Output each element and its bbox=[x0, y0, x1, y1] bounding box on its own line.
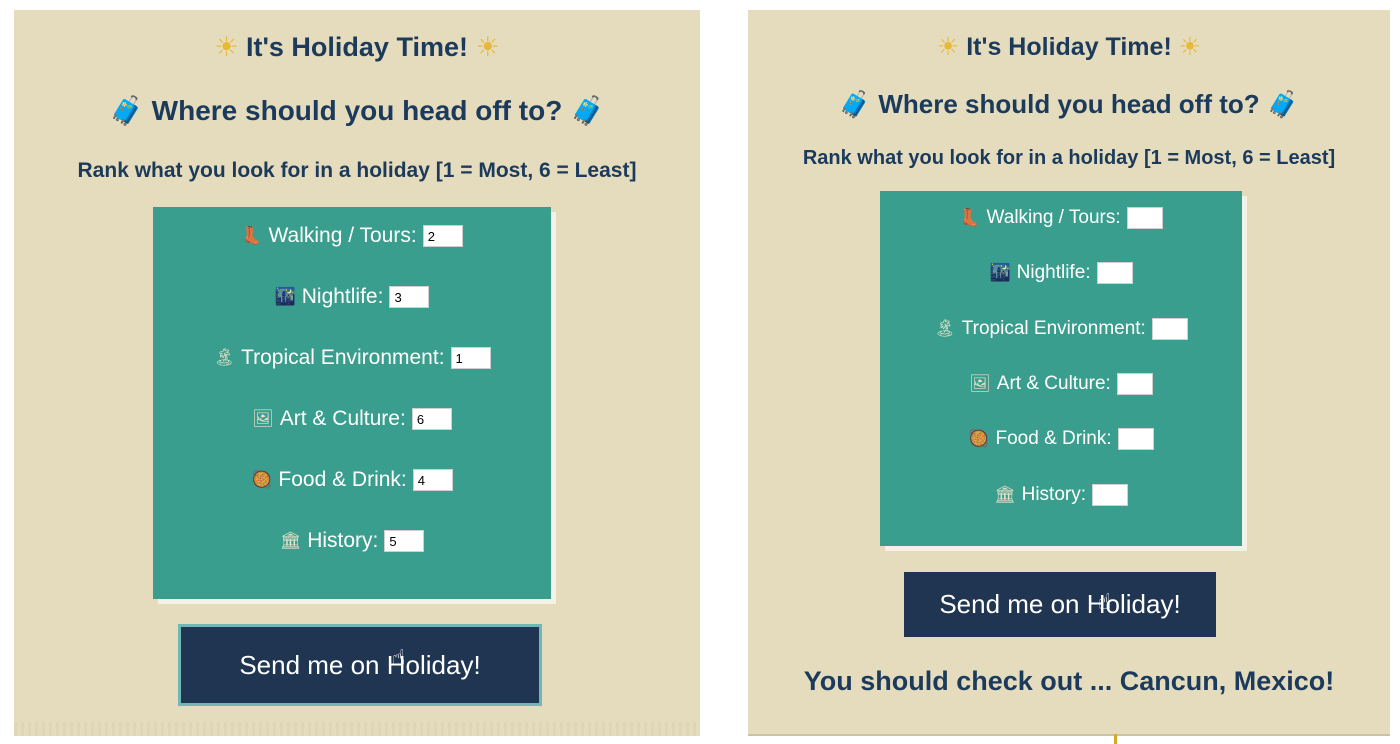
sun-icon: ☀ bbox=[936, 32, 960, 61]
city-night-icon: 🌃 bbox=[274, 287, 296, 307]
rank-input-nightlife[interactable] bbox=[1096, 262, 1133, 284]
classical-building-icon: 🏛 bbox=[279, 531, 302, 551]
rank-label: Walking / Tours: bbox=[986, 207, 1121, 228]
rank-row-history: 🏛 History: bbox=[153, 529, 551, 553]
rank-row-tropical: 🏝 Tropical Environment: bbox=[153, 346, 551, 370]
rank-row-art: 🖼 Art & Culture: bbox=[880, 373, 1242, 395]
rank-row-nightlife: 🌃 Nightlife: bbox=[880, 262, 1242, 284]
rank-row-walking: 👢 Walking / Tours: bbox=[153, 224, 551, 248]
rank-label: Food & Drink: bbox=[995, 428, 1112, 449]
rank-input-walking[interactable] bbox=[1126, 207, 1163, 229]
rank-input-walking[interactable] bbox=[422, 225, 463, 247]
holiday-form-panel-result: ☀ It's Holiday Time! ☀ 🧳 Where should yo… bbox=[748, 10, 1390, 736]
bottom-divider bbox=[14, 722, 700, 736]
hand-cursor-icon: ☝ bbox=[392, 646, 406, 671]
rank-row-food: 🥘 Food & Drink: bbox=[153, 468, 551, 492]
luggage-icon: 🧳 bbox=[838, 90, 872, 120]
desert-island-icon: 🏝 bbox=[213, 348, 236, 368]
rank-label: Tropical Environment: bbox=[241, 346, 445, 369]
ranking-form: 👢 Walking / Tours: 🌃 Nightlife: 🏝 Tropic… bbox=[153, 207, 551, 599]
rank-input-history[interactable] bbox=[384, 530, 425, 552]
ranking-form: 👢 Walking / Tours: 🌃 Nightlife: 🏝 Tropic… bbox=[880, 191, 1242, 546]
luggage-icon: 🧳 bbox=[1266, 90, 1300, 120]
holiday-form-panel-filled: ☀ It's Holiday Time! ☀ 🧳 Where should yo… bbox=[14, 10, 700, 736]
desert-island-icon: 🏝 bbox=[934, 319, 956, 339]
rank-input-nightlife[interactable] bbox=[389, 286, 430, 308]
rank-label: Nightlife: bbox=[1016, 262, 1091, 283]
rank-label: Tropical Environment: bbox=[961, 318, 1146, 339]
city-night-icon: 🌃 bbox=[989, 263, 1011, 283]
sun-icon: ☀ bbox=[475, 32, 500, 63]
ranking-instruction: Rank what you look for in a holiday [1 =… bbox=[802, 147, 1336, 169]
hiking-boot-icon: 👢 bbox=[959, 208, 981, 228]
rank-label: Nightlife: bbox=[301, 285, 384, 308]
rank-label: Food & Drink: bbox=[278, 468, 407, 491]
food-icon: 🥘 bbox=[251, 470, 273, 490]
rank-label: Art & Culture: bbox=[996, 373, 1111, 394]
rank-input-food[interactable] bbox=[1117, 428, 1154, 450]
food-icon: 🥘 bbox=[968, 429, 990, 449]
send-on-holiday-button[interactable]: Send me on Holiday! bbox=[178, 624, 542, 706]
ranking-instruction: Rank what you look for in a holiday [1 =… bbox=[77, 159, 637, 182]
framed-picture-icon: 🖼 bbox=[252, 409, 274, 429]
page-title: ☀ It's Holiday Time! ☀ bbox=[748, 32, 1390, 62]
framed-picture-icon: 🖼 bbox=[969, 374, 991, 394]
hiking-boot-icon: 👢 bbox=[241, 226, 263, 246]
rank-label: History: bbox=[307, 529, 379, 552]
rank-row-art: 🖼 Art & Culture: bbox=[153, 407, 551, 431]
title-text: It's Holiday Time! bbox=[246, 32, 468, 62]
rank-row-nightlife: 🌃 Nightlife: bbox=[153, 285, 551, 309]
subtitle-text: Where should you head off to? bbox=[878, 89, 1260, 119]
rank-label: Art & Culture: bbox=[279, 407, 406, 430]
rank-input-food[interactable] bbox=[412, 469, 453, 491]
page-title: ☀ It's Holiday Time! ☀ bbox=[14, 32, 700, 63]
rank-input-tropical[interactable] bbox=[450, 347, 491, 369]
rank-input-tropical[interactable] bbox=[1151, 318, 1188, 340]
rank-input-art[interactable] bbox=[411, 408, 452, 430]
rank-row-food: 🥘 Food & Drink: bbox=[880, 428, 1242, 450]
sun-icon: ☀ bbox=[214, 32, 239, 63]
classical-building-icon: 🏛 bbox=[994, 485, 1016, 505]
rank-row-walking: 👢 Walking / Tours: bbox=[880, 207, 1242, 229]
sun-icon: ☀ bbox=[1178, 32, 1202, 61]
send-on-holiday-button[interactable]: Send me on Holiday! bbox=[904, 572, 1216, 637]
title-text: It's Holiday Time! bbox=[966, 33, 1172, 61]
page-subtitle: 🧳 Where should you head off to? 🧳 bbox=[748, 89, 1390, 120]
hand-cursor-icon: ☝ bbox=[1098, 590, 1112, 615]
subtitle-text: Where should you head off to? bbox=[151, 95, 563, 126]
rank-row-tropical: 🏝 Tropical Environment: bbox=[880, 318, 1242, 340]
page-subtitle: 🧳 Where should you head off to? 🧳 bbox=[14, 94, 700, 127]
recommendation-result: You should check out ... Cancun, Mexico! bbox=[803, 666, 1335, 696]
rank-input-art[interactable] bbox=[1116, 373, 1153, 395]
rank-label: History: bbox=[1021, 484, 1086, 505]
rank-input-history[interactable] bbox=[1092, 484, 1128, 506]
rank-row-history: 🏛 History: bbox=[880, 484, 1242, 506]
luggage-icon: 🧳 bbox=[570, 94, 605, 127]
rank-label: Walking / Tours: bbox=[268, 224, 417, 247]
luggage-icon: 🧳 bbox=[109, 94, 144, 127]
decorative-marker bbox=[1114, 734, 1117, 744]
